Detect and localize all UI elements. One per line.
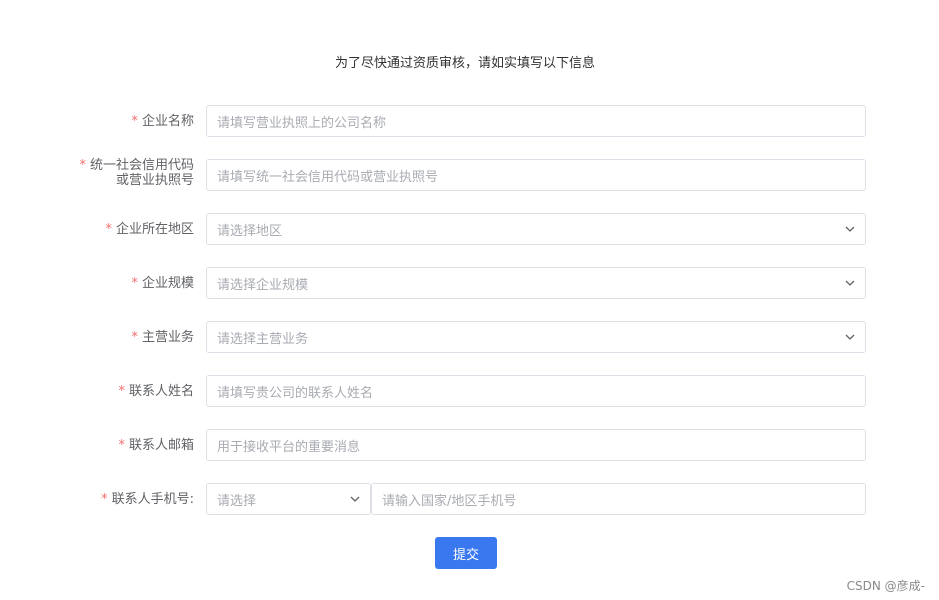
field-contact-email: * 联系人邮箱 用于接收平台的重要消息: [0, 429, 939, 461]
submit-button[interactable]: 提交: [435, 537, 497, 569]
company-name-placeholder: 请填写营业执照上的公司名称: [217, 115, 387, 131]
contact-email-label: * 联系人邮箱: [118, 429, 194, 461]
field-company-name: * 企业名称 请填写营业执照上的公司名称: [0, 105, 939, 137]
business-label: * 主营业务: [131, 321, 194, 353]
company-name-label-text: 企业名称: [141, 113, 194, 129]
phone-number-placeholder: 请输入国家/地区手机号: [382, 493, 517, 509]
credit-code-label: * 统一社会信用代码 或营业执照号: [79, 158, 194, 190]
field-region: * 企业所在地区 请选择地区: [0, 213, 939, 245]
required-mark: *: [105, 221, 112, 237]
field-credit-code: * 统一社会信用代码 或营业执照号 请填写统一社会信用代码或营业执照号: [0, 158, 939, 191]
required-mark: *: [131, 275, 138, 291]
required-mark: *: [101, 491, 108, 507]
region-placeholder: 请选择地区: [217, 223, 283, 239]
credit-code-label-line2: 或营业执照号: [115, 173, 194, 188]
contact-email-input[interactable]: 用于接收平台的重要消息: [206, 429, 866, 461]
credit-code-placeholder: 请填写统一社会信用代码或营业执照号: [217, 169, 439, 185]
company-name-label: * 企业名称: [131, 105, 194, 137]
scale-label: * 企业规模: [131, 267, 194, 299]
contact-email-placeholder: 用于接收平台的重要消息: [217, 439, 361, 455]
business-label-text: 主营业务: [141, 329, 194, 345]
field-contact-name: * 联系人姓名 请填写贵公司的联系人姓名: [0, 375, 939, 407]
region-label: * 企业所在地区: [105, 213, 194, 245]
contact-phone-label: * 联系人手机号:: [101, 483, 194, 515]
required-mark: *: [118, 437, 125, 453]
region-select[interactable]: 请选择地区: [206, 213, 866, 245]
scale-label-text: 企业规模: [141, 275, 194, 291]
required-mark: *: [131, 329, 138, 345]
contact-name-label: * 联系人姓名: [118, 375, 194, 407]
chevron-down-icon: [845, 226, 855, 232]
chevron-down-icon: [845, 334, 855, 340]
phone-code-placeholder: 请选择: [217, 493, 257, 509]
contact-name-input[interactable]: 请填写贵公司的联系人姓名: [206, 375, 866, 407]
company-name-input[interactable]: 请填写营业执照上的公司名称: [206, 105, 866, 137]
form-title: 为了尽快通过资质审核，请如实填写以下信息: [334, 56, 595, 71]
required-mark: *: [118, 383, 125, 399]
chevron-down-icon: [845, 280, 855, 286]
required-mark: *: [79, 158, 86, 173]
required-mark: *: [131, 113, 138, 129]
watermark: CSDN @彦成-: [846, 579, 925, 593]
field-scale: * 企业规模 请选择企业规模: [0, 267, 939, 299]
scale-placeholder: 请选择企业规模: [217, 277, 309, 293]
contact-phone-label-text: 联系人手机号:: [111, 491, 194, 507]
phone-country-code-select[interactable]: 请选择: [206, 483, 371, 515]
chevron-down-icon: [350, 496, 360, 502]
field-business: * 主营业务 请选择主营业务: [0, 321, 939, 353]
region-label-text: 企业所在地区: [115, 221, 194, 237]
contact-name-label-text: 联系人姓名: [128, 383, 194, 399]
scale-select[interactable]: 请选择企业规模: [206, 267, 866, 299]
credit-code-label-line1: 统一社会信用代码: [89, 158, 194, 173]
business-placeholder: 请选择主营业务: [217, 331, 309, 347]
business-select[interactable]: 请选择主营业务: [206, 321, 866, 353]
field-contact-phone: * 联系人手机号: 请选择 请输入国家/地区手机号: [0, 483, 939, 515]
qualification-form-page: 为了尽快通过资质审核，请如实填写以下信息 * 企业名称 请填写营业执照上的公司名…: [0, 0, 939, 600]
phone-number-input[interactable]: 请输入国家/地区手机号: [371, 483, 866, 515]
contact-email-label-text: 联系人邮箱: [128, 437, 194, 453]
contact-name-placeholder: 请填写贵公司的联系人姓名: [217, 385, 374, 401]
credit-code-input[interactable]: 请填写统一社会信用代码或营业执照号: [206, 159, 866, 191]
